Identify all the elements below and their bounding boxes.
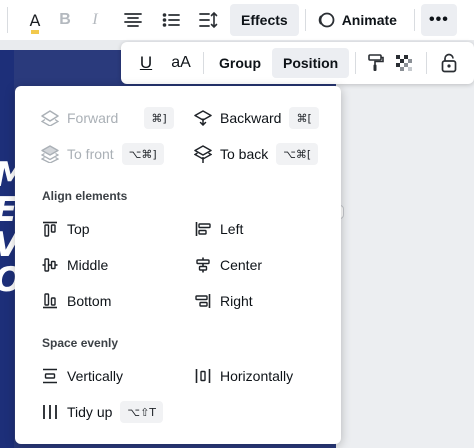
backward-label: Backward	[220, 110, 282, 126]
toolbar-divider	[203, 52, 204, 74]
bold-button[interactable]: B	[50, 4, 80, 36]
forward-item[interactable]: Forward ⌘]	[39, 106, 174, 130]
align-middle-item[interactable]: Middle	[39, 253, 108, 277]
to-front-label: To front	[67, 146, 114, 162]
editor-toolbar: A B I Effects Animate •••	[0, 0, 474, 40]
text-color-swatch	[30, 29, 40, 34]
animate-button[interactable]: Animate	[312, 4, 408, 36]
backward-item[interactable]: Backward ⌘[	[192, 106, 319, 130]
letter-case-button[interactable]: aA	[163, 48, 199, 78]
position-button[interactable]: Position	[272, 48, 350, 78]
to-back-shortcut: ⌥⌘[	[276, 143, 319, 165]
backward-icon	[192, 107, 214, 129]
tidy-up-icon	[39, 401, 61, 423]
animate-label: Animate	[341, 12, 397, 28]
copy-style-button[interactable]	[362, 48, 390, 78]
tidy-up-label: Tidy up	[67, 404, 113, 420]
align-left-label: Left	[220, 221, 244, 237]
align-right-item[interactable]: Right	[192, 289, 253, 313]
tidy-up-shortcut: ⌥⇧T	[120, 401, 164, 423]
letter-case-icon: aA	[171, 54, 191, 71]
unlock-icon	[441, 53, 457, 73]
italic-button[interactable]: I	[80, 4, 110, 36]
align-right-label: Right	[220, 293, 253, 309]
group-button[interactable]: Group	[208, 48, 272, 78]
toolbar-divider	[355, 52, 357, 74]
text-color-icon: A	[29, 10, 41, 34]
space-horizontally-icon	[192, 365, 214, 387]
send-to-back-icon	[192, 143, 214, 165]
align-middle-icon	[39, 254, 61, 276]
align-right-icon	[192, 290, 214, 312]
align-middle-label: Middle	[67, 257, 109, 273]
to-front-item[interactable]: To front ⌥⌘]	[39, 142, 164, 166]
align-top-item[interactable]: Top	[39, 217, 90, 241]
paint-roller-icon	[368, 54, 385, 71]
align-bottom-label: Bottom	[67, 293, 112, 309]
to-back-item[interactable]: To back ⌥⌘[	[192, 142, 319, 166]
align-bottom-icon	[39, 290, 61, 312]
text-color-glyph: A	[29, 10, 41, 30]
transparency-button[interactable]	[390, 48, 418, 78]
bulleted-list-icon	[162, 13, 180, 27]
alignment-button[interactable]	[118, 4, 148, 36]
align-center-item[interactable]: Center	[192, 253, 262, 277]
align-left-item[interactable]: Left	[192, 217, 243, 241]
more-icon: •••	[429, 11, 449, 28]
align-left-icon	[192, 218, 214, 240]
tidy-up-item[interactable]: Tidy up ⌥⇧T	[39, 400, 164, 424]
toolbar-edge	[0, 4, 14, 36]
animate-icon	[318, 12, 335, 28]
space-vertically-label: Vertically	[67, 368, 124, 384]
lock-button[interactable]	[435, 48, 463, 78]
space-vertically-item[interactable]: Vertically	[39, 364, 123, 388]
backward-shortcut: ⌘[	[289, 107, 319, 129]
forward-icon	[39, 107, 61, 129]
bold-icon: B	[59, 11, 71, 28]
space-evenly-heading: Space evenly	[42, 336, 119, 350]
forward-shortcut: ⌘]	[144, 107, 174, 129]
line-spacing-icon	[199, 11, 218, 29]
space-vertically-icon	[39, 365, 61, 387]
align-top-label: Top	[67, 221, 90, 237]
effects-button[interactable]: Effects	[230, 4, 299, 36]
align-center-label: Center	[220, 257, 263, 273]
more-options-toolbar: U aA Group Position	[121, 42, 474, 84]
spacing-button[interactable]	[194, 4, 224, 36]
position-menu: Forward ⌘] Backward ⌘[ To front ⌥⌘] To b…	[15, 86, 341, 444]
space-horizontally-item[interactable]: Horizontally	[192, 364, 293, 388]
text-color-button[interactable]: A	[20, 4, 50, 36]
workspace-background	[336, 50, 474, 448]
bring-to-front-icon	[39, 143, 61, 165]
italic-icon: I	[92, 11, 98, 28]
align-bottom-item[interactable]: Bottom	[39, 289, 111, 313]
align-center-icon	[124, 13, 142, 27]
underline-icon: U	[139, 53, 153, 72]
align-elements-heading: Align elements	[42, 189, 128, 203]
underline-button[interactable]: U	[129, 48, 163, 78]
toolbar-divider	[304, 9, 306, 31]
toolbar-divider	[413, 9, 415, 31]
forward-label: Forward	[67, 110, 119, 126]
transparency-checker-icon	[396, 55, 413, 71]
align-center-icon	[192, 254, 214, 276]
toolbar-divider	[426, 52, 428, 74]
space-horizontally-label: Horizontally	[220, 368, 294, 384]
to-back-label: To back	[220, 146, 269, 162]
align-top-icon	[39, 218, 61, 240]
to-front-shortcut: ⌥⌘]	[121, 143, 164, 165]
list-button[interactable]	[156, 4, 186, 36]
more-options-button[interactable]: •••	[420, 4, 457, 36]
